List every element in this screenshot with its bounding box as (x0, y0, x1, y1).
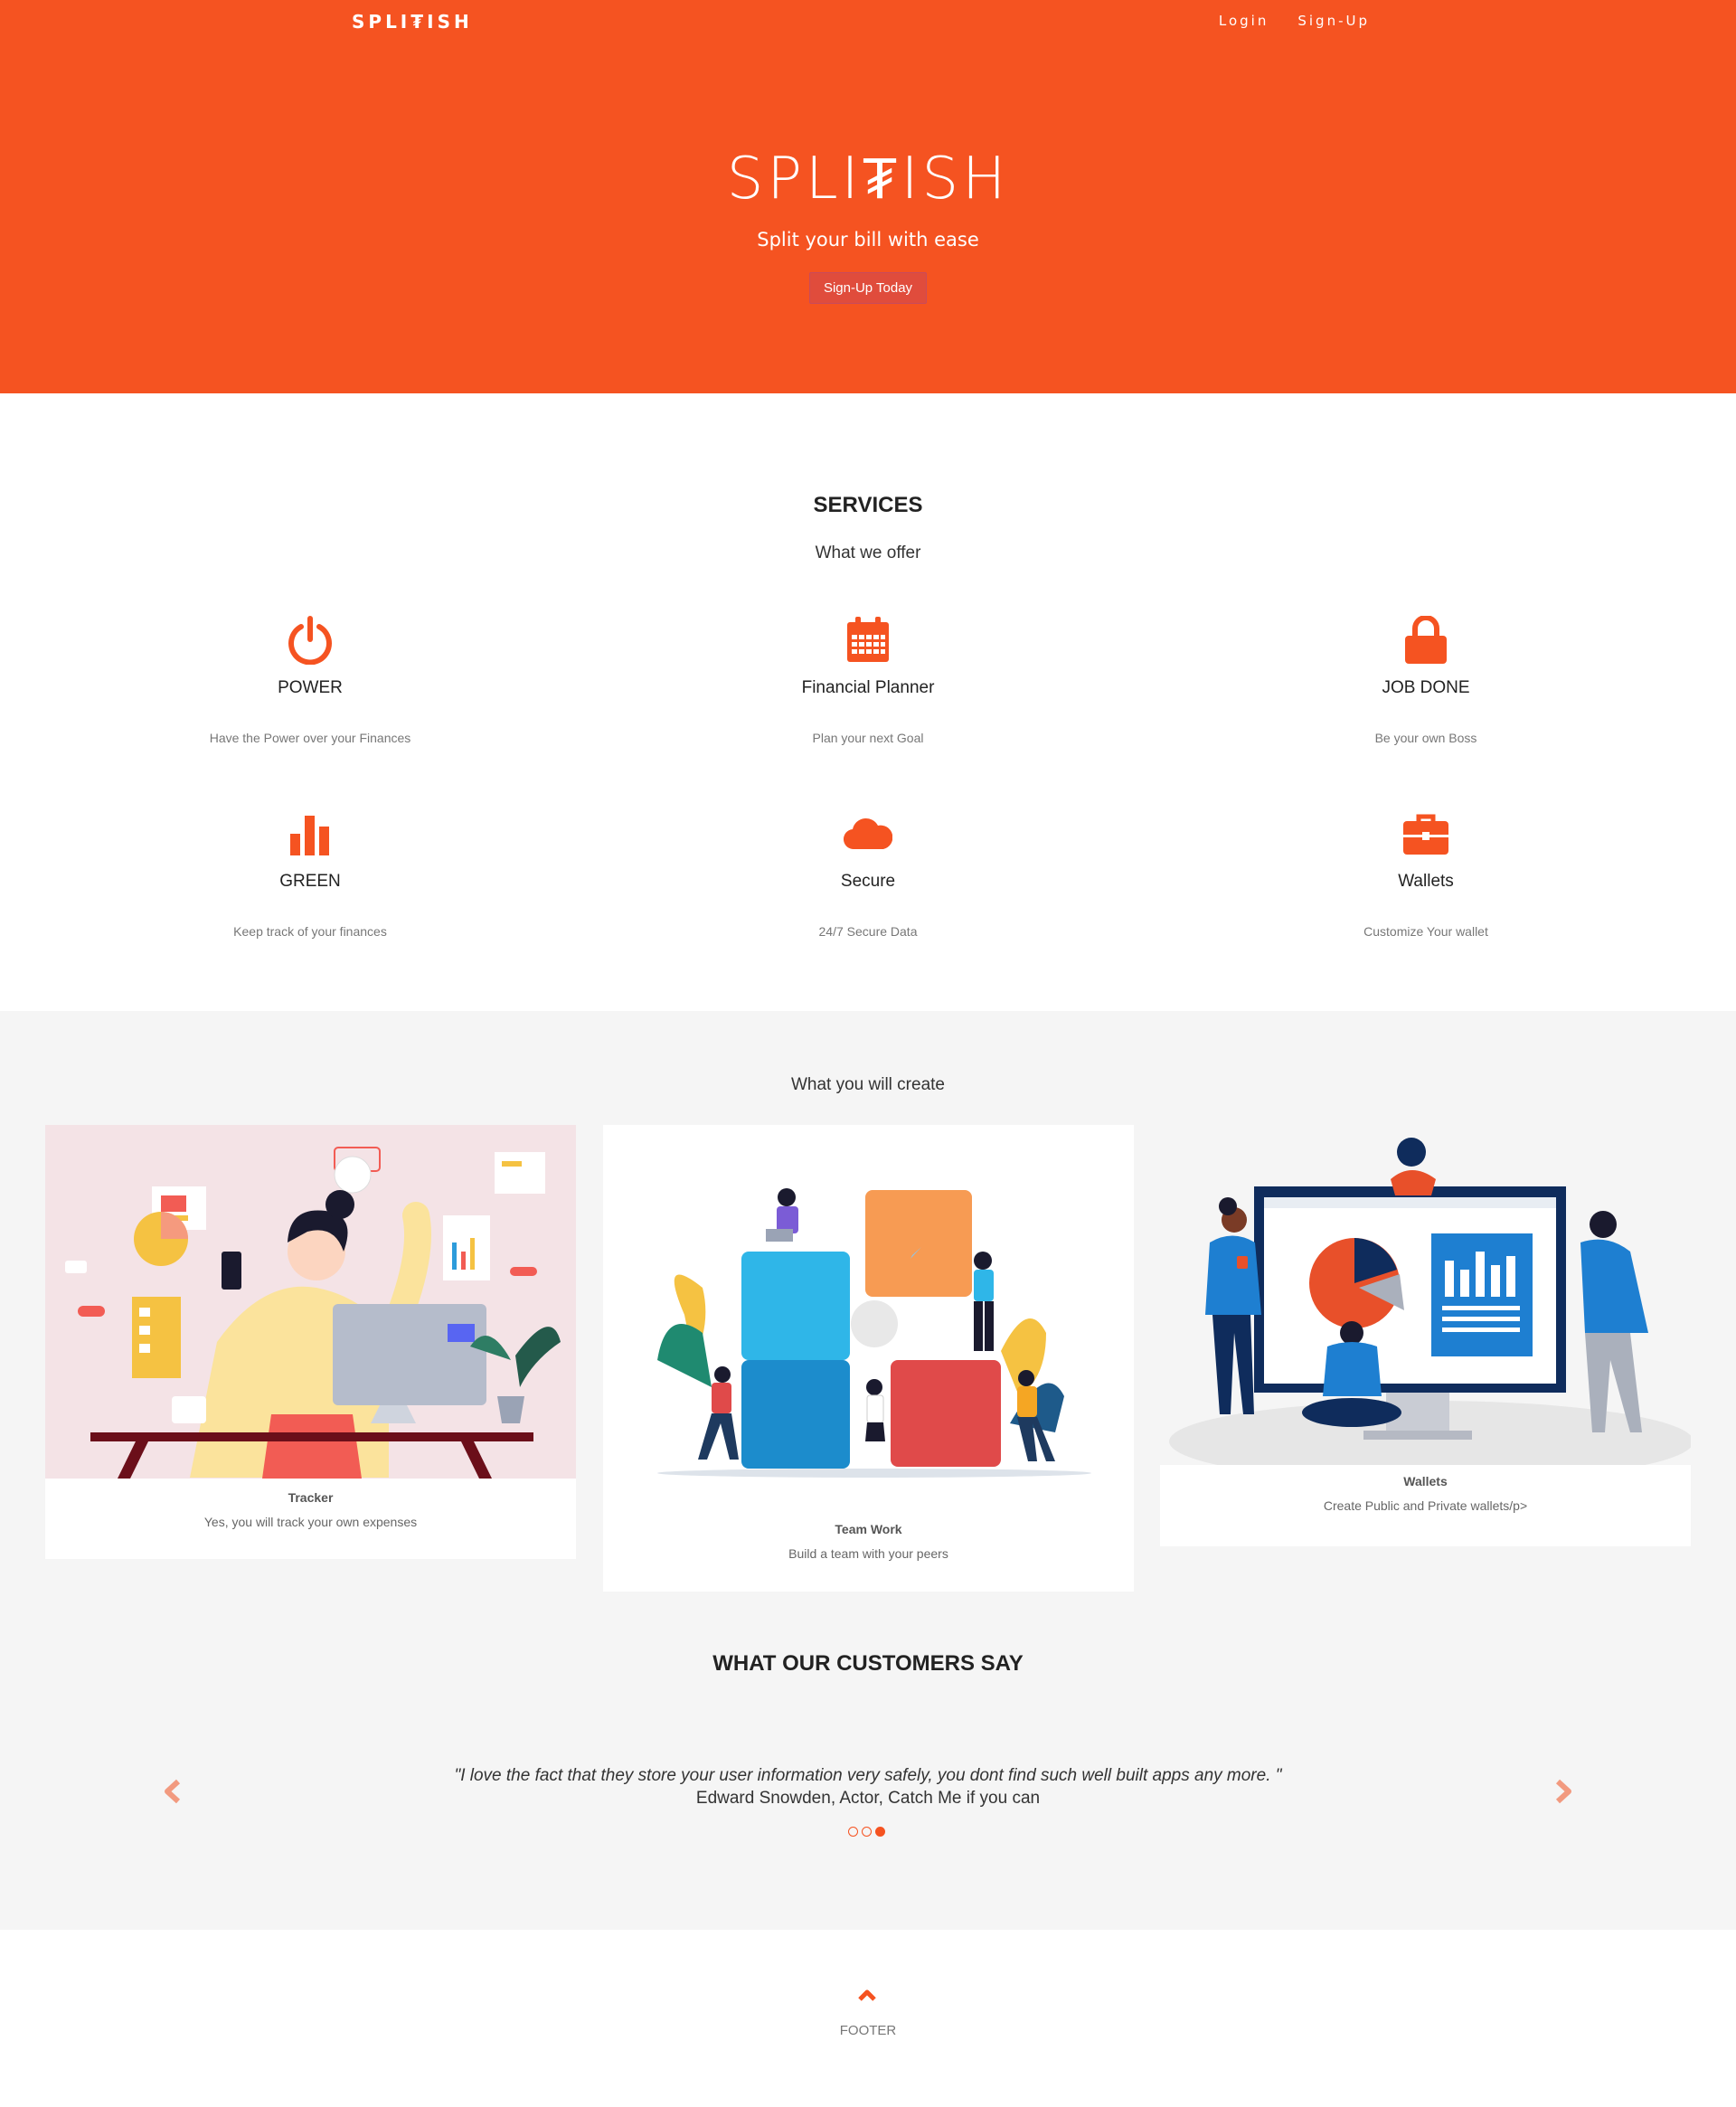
service-wallets: Wallets Customize Your wallet (1173, 808, 1679, 939)
lock-icon (1173, 615, 1679, 666)
service-desc: Keep track of your finances (233, 924, 387, 939)
scroll-top-chevron-icon[interactable] (857, 1988, 877, 2007)
create-title: What you will create (790, 1075, 945, 1094)
card-caption: Wallets Create Public and Private wallet… (1160, 1465, 1691, 1546)
service-name: GREEN (279, 872, 341, 891)
testimonial-author: Edward Snowden, Actor, Catch Me if you c… (695, 1789, 1041, 1808)
footer-text: FOOTER (839, 2023, 897, 2038)
service-green: GREEN Keep track of your finances (57, 808, 563, 939)
hero-section: SPLI₮ISH Login Sign-Up SPLI₮ISH Split yo… (0, 0, 1736, 393)
services-section: SERVICES What we offer POWER Have the Po… (0, 393, 1736, 1011)
footer: FOOTER (0, 1930, 1736, 2107)
service-power: POWER Have the Power over your Finances (57, 615, 563, 745)
card-wallets[interactable]: Wallets Create Public and Private wallet… (1160, 1125, 1694, 1578)
hero-title: SPLI₮ISH (726, 146, 1010, 213)
card-caption: Tracker Yes, you will track your own exp… (45, 1490, 576, 1529)
service-name: JOB DONE (1382, 678, 1470, 697)
bar-chart-icon (57, 808, 563, 859)
service-name: Secure (840, 872, 896, 891)
carousel-dot-active[interactable] (875, 1827, 885, 1837)
calendar-icon (615, 615, 1121, 666)
power-icon (57, 615, 563, 666)
service-secure: Secure 24/7 Secure Data (615, 808, 1121, 939)
brand-logo[interactable]: SPLI₮ISH (352, 11, 473, 33)
card-team-work[interactable]: Team Work Build a team with your peers (603, 1125, 1134, 1592)
card-desc: Create Public and Private wallets/p> (1323, 1498, 1528, 1513)
card-title: Tracker (288, 1490, 334, 1505)
service-name: Wallets (1398, 872, 1454, 891)
create-section: What you will create Tracker Yes, you wi… (0, 1011, 1736, 1930)
carousel-indicators (848, 1827, 885, 1837)
service-name: POWER (278, 678, 343, 697)
service-desc: Have the Power over your Finances (209, 731, 411, 745)
services-title: SERVICES (813, 493, 923, 517)
service-desc: Customize Your wallet (1363, 924, 1488, 939)
card-desc: Build a team with your peers (788, 1546, 948, 1561)
card-caption: Team Work Build a team with your peers (603, 1522, 1134, 1561)
card-title: Wallets (1403, 1474, 1448, 1488)
testimonials-title: WHAT OUR CUSTOMERS SAY (712, 1651, 1024, 1676)
top-nav: Login Sign-Up (1219, 13, 1370, 29)
service-name: Financial Planner (801, 678, 935, 697)
teamwork-illustration (603, 1125, 1134, 1505)
services-subtitle: What we offer (815, 543, 921, 562)
login-link[interactable]: Login (1219, 13, 1269, 29)
signup-link[interactable]: Sign-Up (1297, 13, 1370, 29)
card-title: Team Work (835, 1522, 902, 1536)
testimonial-quote: "I love the fact that they store your us… (454, 1766, 1282, 1785)
briefcase-icon (1173, 808, 1679, 859)
carousel-dot[interactable] (848, 1827, 858, 1837)
card-tracker[interactable]: Tracker Yes, you will track your own exp… (45, 1125, 576, 1559)
carousel-dot[interactable] (862, 1827, 872, 1837)
service-job-done: JOB DONE Be your own Boss (1173, 615, 1679, 745)
service-desc: 24/7 Secure Data (818, 924, 918, 939)
service-financial-planner: Financial Planner Plan your next Goal (615, 615, 1121, 745)
card-desc: Yes, you will track your own expenses (203, 1515, 418, 1529)
wallets-illustration (1169, 1138, 1694, 1482)
hero-subtitle: Split your bill with ease (757, 229, 979, 250)
signup-today-button[interactable]: Sign-Up Today (809, 272, 927, 304)
cloud-icon (615, 808, 1121, 859)
service-desc: Plan your next Goal (812, 731, 924, 745)
tracker-illustration (45, 1125, 576, 1479)
service-desc: Be your own Boss (1374, 731, 1477, 745)
